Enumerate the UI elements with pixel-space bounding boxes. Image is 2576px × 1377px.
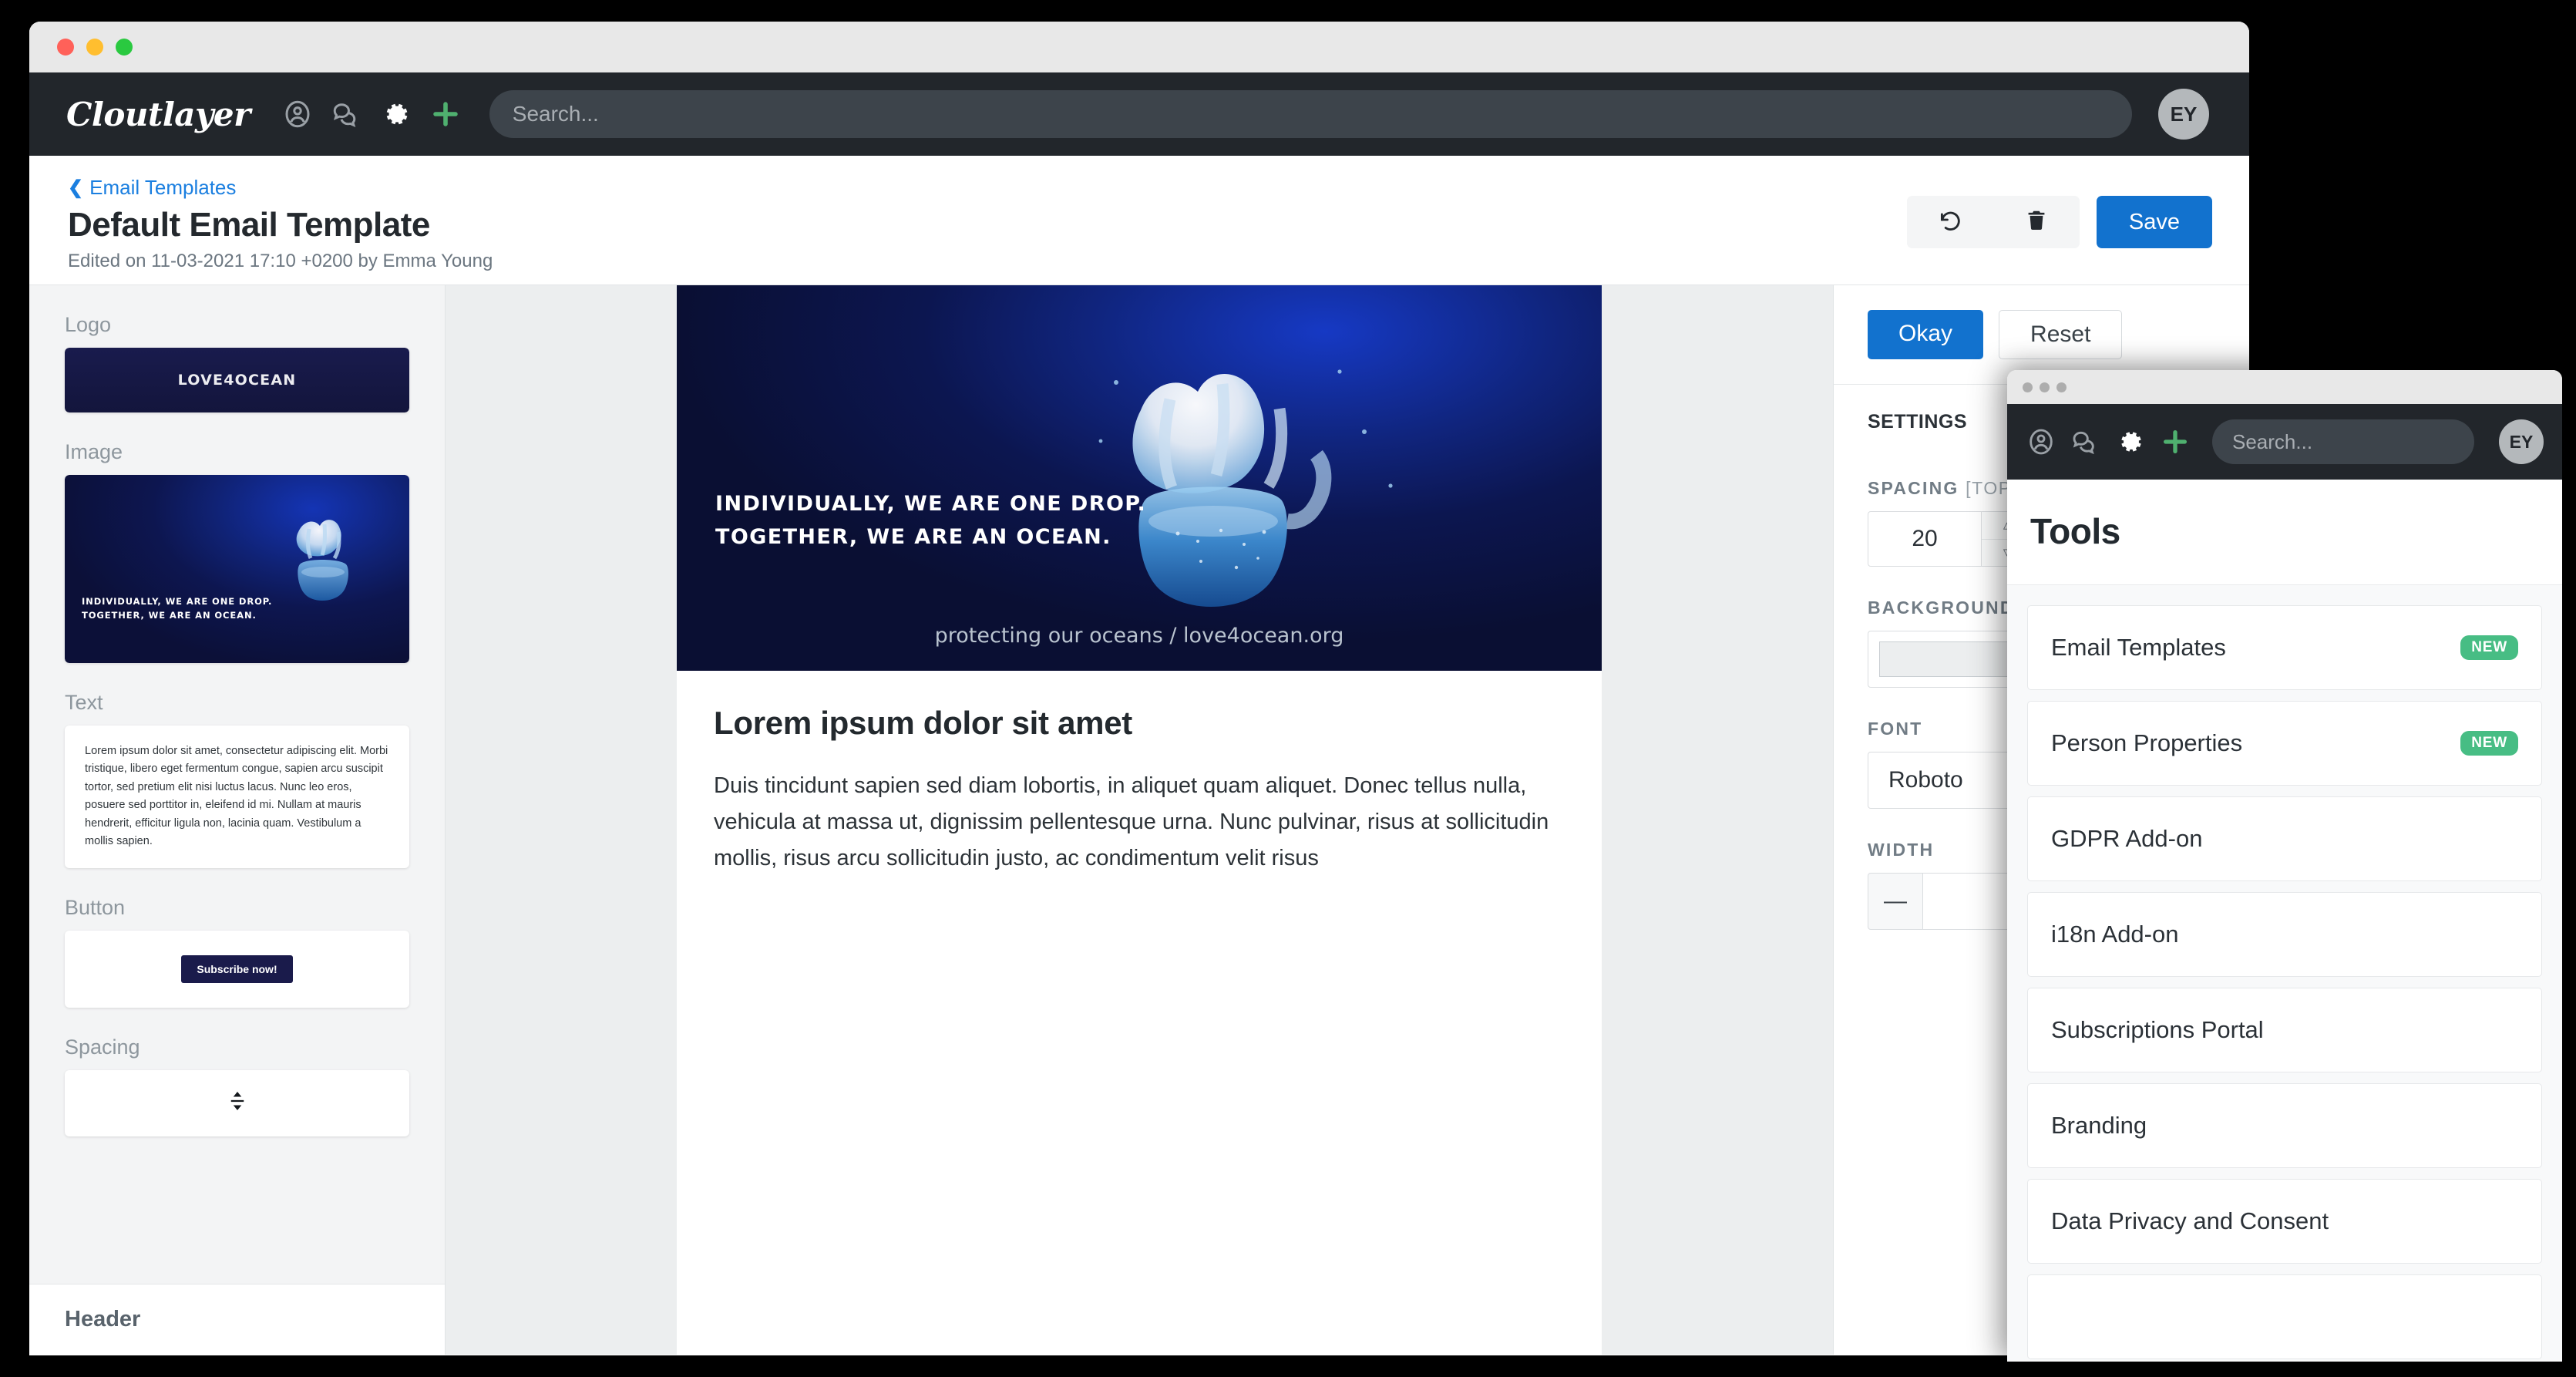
tools-item-label: Data Privacy and Consent [2051,1207,2329,1234]
palette-image-caption: INDIVIDUALLY, WE ARE ONE DROP. TOGETHER,… [82,596,273,621]
delete-button[interactable] [1993,196,2080,248]
page-header: ❮ Email Templates Default Email Template… [29,156,2249,285]
breadcrumb-label: Email Templates [89,176,237,199]
chat-bubbles-icon[interactable] [331,98,363,130]
list-item[interactable]: Branding [2027,1083,2542,1168]
status-badge: NEW [2460,731,2518,756]
tools-item-label: Email Templates [2051,634,2226,661]
tools-avatar[interactable]: EY [2499,419,2544,464]
tools-item-label: Subscriptions Portal [2051,1016,2264,1043]
palette-item-spacing[interactable] [65,1069,409,1136]
breadcrumb[interactable]: ❮ Email Templates [68,176,1907,200]
tools-window-header: Tools [2007,480,2562,585]
tools-search-input[interactable]: Search... [2212,419,2474,464]
undo-icon [1937,207,1963,237]
user-circle-icon[interactable] [2026,426,2056,457]
tools-search-placeholder-text: Search... [2232,429,2313,453]
window-maximize-button[interactable] [116,39,133,56]
tools-window-titlebar [2007,370,2562,404]
palette-label-spacing: Spacing [65,1035,140,1059]
plus-icon[interactable] [429,98,462,130]
logo-wordmark: LOVE4OCEAN [177,372,297,389]
palette-footer-header-section[interactable]: Header [29,1284,445,1355]
window-minimize-button[interactable] [86,39,103,56]
search-placeholder-text: Search... [512,102,599,126]
tools-item-label: GDPR Add-on [2051,825,2203,852]
list-item[interactable]: Data Privacy and Consent [2027,1179,2542,1264]
tools-floating-window: Search... EY Tools Email Templates NEW P… [2007,370,2562,1362]
spacing-input[interactable] [1868,511,1982,567]
palette-item-text[interactable]: Lorem ipsum dolor sit amet, consectetur … [65,726,409,868]
tools-window-navbar: Search... EY [2007,404,2562,480]
email-hero-block[interactable]: INDIVIDUALLY, WE ARE ONE DROP. TOGETHER,… [677,285,1602,671]
avatar[interactable]: EY [2158,89,2209,140]
tools-window-minimize-button[interactable] [2040,382,2050,392]
save-button[interactable]: Save [2096,196,2212,248]
tools-item-label: i18n Add-on [2051,921,2179,948]
gear-icon[interactable] [2115,426,2146,457]
up-down-arrows-icon [226,1089,249,1116]
palette-text-sample: Lorem ipsum dolor sit amet, consectetur … [85,745,388,848]
trash-icon [2024,208,2049,237]
list-item[interactable]: Person Properties NEW [2027,701,2542,786]
page-actions: Save [1906,176,2212,248]
tools-window-close-button[interactable] [2023,382,2033,392]
chevron-left-icon: ❮ [68,177,84,198]
subscribe-button-preview: Subscribe now! [181,954,293,983]
palette-label-logo: Logo [65,313,112,336]
list-item[interactable] [2027,1274,2542,1359]
jellyfish-thumbnail-icon [296,520,348,601]
email-preview-canvas: INDIVIDUALLY, WE ARE ONE DROP. TOGETHER,… [446,285,1833,1355]
okay-button[interactable]: Okay [1868,310,1984,359]
palette-label-image: Image [65,440,123,463]
palette-label-button: Button [65,895,126,919]
email-heading: Lorem ipsum dolor sit amet [714,705,1132,741]
palette-label-text: Text [65,691,103,714]
main-browser-window: Cloutlayer Search... EY ❮ Email Template… [29,22,2249,1355]
app-brand-logo[interactable]: Cloutlayer [66,96,251,133]
workspace: Logo LOVE4OCEAN Image INDIVIDUALLY, WE A… [29,285,2249,1355]
nav-icon-group [281,98,462,130]
email-hero-footer: protecting our oceans / love4ocean.org [934,624,1344,648]
list-item[interactable]: GDPR Add-on [2027,796,2542,881]
page-header-text: ❮ Email Templates Default Email Template… [68,176,1907,272]
window-close-button[interactable] [57,39,74,56]
chat-bubbles-icon[interactable] [2070,426,2101,457]
list-item[interactable]: i18n Add-on [2027,892,2542,977]
palette-item-button[interactable]: Subscribe now! [65,930,409,1008]
search-input[interactable]: Search... [489,90,2132,138]
email-body-block[interactable]: Lorem ipsum dolor sit amet Duis tincidun… [677,671,1602,877]
reset-button[interactable]: Reset [1999,310,2123,359]
email-hero-caption: INDIVIDUALLY, WE ARE ONE DROP. TOGETHER,… [715,491,1147,549]
list-item[interactable]: Email Templates NEW [2027,605,2542,690]
email-document: INDIVIDUALLY, WE ARE ONE DROP. TOGETHER,… [677,285,1602,1355]
tools-list: Email Templates NEW Person Properties NE… [2007,585,2562,1362]
page-action-group [1906,196,2080,248]
palette-item-logo[interactable]: LOVE4OCEAN [65,348,409,412]
app-navbar: Cloutlayer Search... EY [29,72,2249,156]
tools-item-label: Branding [2051,1112,2147,1139]
email-paragraph: Duis tincidunt sapien sed diam lobortis,… [714,773,1549,870]
page-subtitle: Edited on 11-03-2021 17:10 +0200 by Emma… [68,251,493,271]
list-item[interactable]: Subscriptions Portal [2027,988,2542,1072]
status-badge: NEW [2460,635,2518,660]
tools-item-label: Person Properties [2051,729,2243,756]
tools-window-maximize-button[interactable] [2056,382,2067,392]
gear-icon[interactable] [380,98,412,130]
component-palette: Logo LOVE4OCEAN Image INDIVIDUALLY, WE A… [29,285,446,1355]
width-decrease-button[interactable]: — [1868,873,1923,930]
palette-item-image[interactable]: INDIVIDUALLY, WE ARE ONE DROP. TOGETHER,… [65,475,409,663]
undo-button[interactable] [1906,196,1993,248]
window-titlebar [29,22,2249,72]
page-title: Default Email Template [68,206,430,244]
plus-icon[interactable] [2160,426,2191,457]
user-circle-icon[interactable] [281,98,314,130]
tools-title: Tools [2030,511,2120,551]
